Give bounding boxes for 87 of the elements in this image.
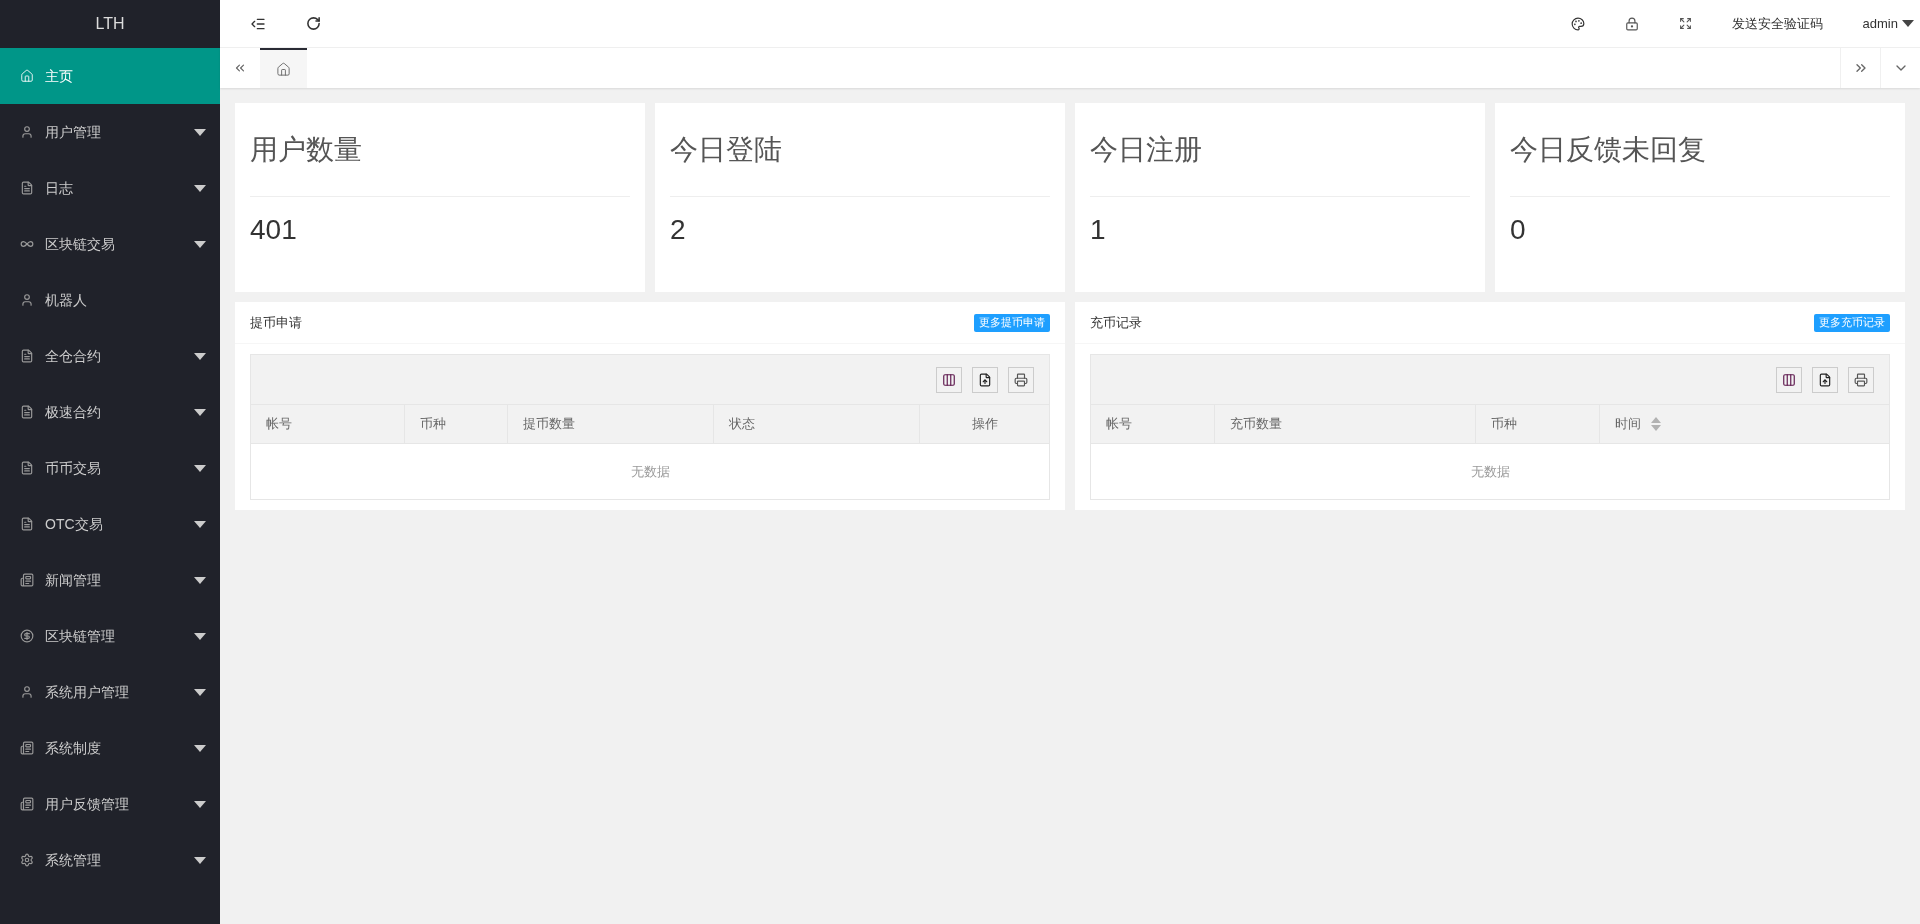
column-header: 帐号	[1091, 405, 1216, 443]
print-button[interactable]	[1008, 366, 1034, 393]
stat-title: 今日反馈未回复	[1510, 132, 1706, 167]
lock-icon[interactable]	[1624, 16, 1639, 31]
home-icon	[20, 69, 34, 83]
stat-title: 今日登陆	[670, 132, 782, 167]
column-header: 充币数量	[1215, 405, 1476, 443]
column-header[interactable]: 时间	[1599, 405, 1889, 443]
column-header: 操作	[970, 415, 999, 434]
sidebar-item[interactable]: 日志	[0, 160, 220, 216]
document-icon	[20, 461, 34, 475]
sidebar-item[interactable]: 机器人	[0, 272, 220, 328]
double-chevron-left-icon	[233, 61, 247, 75]
caret-icon	[194, 632, 206, 640]
export-button[interactable]	[1812, 366, 1838, 393]
caret-icon	[194, 464, 206, 472]
stat-title: 今日注册	[1090, 132, 1202, 167]
columns-button[interactable]	[1776, 366, 1802, 393]
sidebar-item[interactable]: OTC交易	[0, 496, 220, 552]
palette-icon[interactable]	[1570, 16, 1585, 31]
caret-icon	[194, 688, 206, 696]
export-icon	[1818, 372, 1832, 387]
caret-icon	[194, 128, 206, 136]
stat-value: 1	[1090, 213, 1106, 247]
caret-icon	[194, 856, 206, 864]
columns-icon	[1782, 372, 1796, 387]
newspaper-icon	[20, 573, 34, 587]
caret-icon	[1902, 20, 1914, 27]
print-button[interactable]	[1848, 366, 1874, 393]
stat-value: 0	[1510, 213, 1526, 247]
newspaper-icon	[20, 741, 34, 755]
sidebar-item[interactable]: 极速合约	[0, 384, 220, 440]
document-icon	[20, 517, 34, 531]
column-header: 状态	[714, 405, 921, 443]
send-code-link[interactable]: 发送安全验证码	[1731, 13, 1823, 34]
caret-icon	[194, 408, 206, 416]
caret-icon	[194, 800, 206, 808]
sidebar-item[interactable]: 用户管理	[0, 104, 220, 160]
dollar-icon	[20, 629, 34, 643]
caret-icon	[194, 240, 206, 248]
export-button[interactable]	[972, 366, 998, 393]
panel-title: 提币申请	[250, 313, 302, 332]
stat-title: 用户数量	[250, 132, 362, 167]
caret-icon	[194, 744, 206, 752]
sidebar-item[interactable]: 区块链交易	[0, 216, 220, 272]
user-icon	[20, 293, 34, 307]
user-menu[interactable]: admin	[1862, 13, 1914, 34]
sidebar-item[interactable]: 系统制度	[0, 720, 220, 776]
sidebar-item[interactable]: 币币交易	[0, 440, 220, 496]
export-icon	[978, 372, 992, 387]
column-header: 帐号	[251, 405, 406, 443]
caret-icon	[194, 352, 206, 360]
document-icon	[20, 349, 34, 363]
column-header: 币种	[405, 405, 509, 443]
stat-value: 401	[250, 213, 297, 247]
print-icon	[1014, 372, 1028, 387]
user-icon	[20, 685, 34, 699]
home-tab[interactable]	[260, 48, 307, 88]
sidebar-item[interactable]: 全仓合约	[0, 328, 220, 384]
column-header: 提币数量	[508, 405, 715, 443]
panel-title: 充币记录	[1090, 313, 1142, 332]
empty-text: 无数据	[630, 462, 670, 481]
column-header: 币种	[1475, 405, 1600, 443]
sidebar-item[interactable]: 主页	[0, 48, 220, 104]
sidebar-item[interactable]: 用户反馈管理	[0, 776, 220, 832]
home-icon	[276, 61, 291, 77]
newspaper-icon	[20, 797, 34, 811]
sidebar-item[interactable]: 系统用户管理	[0, 664, 220, 720]
columns-icon	[942, 372, 956, 387]
document-icon	[20, 405, 34, 419]
columns-button[interactable]	[936, 366, 962, 393]
sidebar-item[interactable]: 系统管理	[0, 832, 220, 888]
logo-text: LTH	[95, 14, 125, 34]
caret-icon	[194, 184, 206, 192]
empty-text: 无数据	[1470, 462, 1510, 481]
sidebar-item[interactable]: 新闻管理	[0, 552, 220, 608]
refresh-icon[interactable]	[306, 16, 321, 31]
print-icon	[1854, 372, 1868, 387]
document-icon	[20, 181, 34, 195]
sidebar-item[interactable]: 区块链管理	[0, 608, 220, 664]
caret-icon	[194, 520, 206, 528]
stat-value: 2	[670, 213, 686, 247]
settings-icon	[20, 853, 34, 867]
sort-icon	[1650, 417, 1661, 431]
user-icon	[20, 125, 34, 139]
caret-icon	[194, 576, 206, 584]
fullscreen-icon[interactable]	[1678, 17, 1692, 30]
